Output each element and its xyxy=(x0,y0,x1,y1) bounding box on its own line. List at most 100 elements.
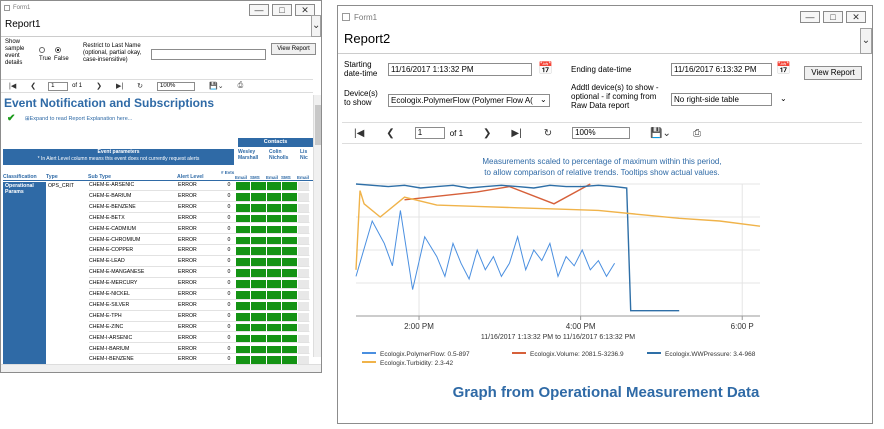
subscription-cell[interactable] xyxy=(298,334,310,344)
subscription-cell[interactable] xyxy=(267,312,282,322)
view-report-button[interactable]: View Report xyxy=(271,43,316,55)
subscription-cell[interactable] xyxy=(298,182,310,191)
subscription-cell[interactable] xyxy=(282,345,298,355)
subscription-cell[interactable] xyxy=(282,301,298,311)
subscription-cell[interactable] xyxy=(267,258,282,268)
subscription-cell[interactable] xyxy=(236,247,251,257)
subscription-cell[interactable] xyxy=(267,269,282,278)
subscription-cell[interactable] xyxy=(298,192,310,202)
subscription-cell[interactable] xyxy=(282,192,298,202)
subscription-cell[interactable] xyxy=(282,225,298,235)
subscription-cell[interactable] xyxy=(236,203,251,213)
last-name-input[interactable] xyxy=(151,49,266,60)
minimize-icon[interactable]: — xyxy=(800,11,820,23)
zoom-select[interactable]: 100% xyxy=(572,127,631,139)
refresh-icon[interactable]: ↻ xyxy=(137,82,143,90)
subscription-cell[interactable] xyxy=(236,214,251,224)
subscription-cell[interactable] xyxy=(298,323,310,333)
chevron-down-icon[interactable]: ⌄ xyxy=(780,94,787,103)
subscription-cell[interactable] xyxy=(282,323,298,333)
expand-explanation-link[interactable]: ⊞Expand to read Report Explanation here.… xyxy=(25,116,132,122)
save-icon[interactable]: 💾⌄ xyxy=(209,82,224,90)
subscription-cell[interactable] xyxy=(251,192,267,202)
zoom-select[interactable]: 100% xyxy=(157,81,196,91)
devices-select[interactable]: Ecologix.PolymerFlow (Polymer Flow A( xyxy=(388,94,550,107)
subscription-cell[interactable] xyxy=(298,247,310,257)
subscription-cell[interactable] xyxy=(236,192,251,202)
subscription-cell[interactable] xyxy=(298,269,310,278)
subscription-cell[interactable] xyxy=(282,203,298,213)
first-page-icon[interactable]: |◀ xyxy=(9,82,16,90)
subscription-cell[interactable] xyxy=(251,247,267,257)
radio-false[interactable] xyxy=(55,47,61,53)
subscription-cell[interactable] xyxy=(282,247,298,257)
calendar-icon[interactable]: 📅 xyxy=(776,61,791,76)
subscription-cell[interactable] xyxy=(236,334,251,344)
subscription-cell[interactable] xyxy=(267,225,282,235)
subscription-cell[interactable] xyxy=(236,182,251,191)
subscription-cell[interactable] xyxy=(282,334,298,344)
subscription-cell[interactable] xyxy=(267,203,282,213)
form1-horizontal-scrollbar[interactable] xyxy=(1,364,321,372)
last-page-icon[interactable]: ▶| xyxy=(116,82,123,90)
subscription-cell[interactable] xyxy=(251,345,267,355)
subscription-cell[interactable] xyxy=(282,269,298,278)
subscription-cell[interactable] xyxy=(298,236,310,246)
subscription-cell[interactable] xyxy=(282,182,298,191)
chevron-down-icon[interactable]: ⌄ xyxy=(311,15,321,37)
view-report-button[interactable]: View Report xyxy=(804,66,862,80)
subscription-cell[interactable] xyxy=(282,312,298,322)
subscription-cell[interactable] xyxy=(267,301,282,311)
next-page-icon[interactable]: ❯ xyxy=(96,82,102,90)
close-icon[interactable]: ✕ xyxy=(846,11,866,23)
subscription-cell[interactable] xyxy=(267,214,282,224)
subscription-cell[interactable] xyxy=(251,182,267,191)
subscription-cell[interactable] xyxy=(282,291,298,300)
subscription-cell[interactable] xyxy=(236,323,251,333)
subscription-cell[interactable] xyxy=(236,236,251,246)
calendar-icon[interactable]: 📅 xyxy=(538,61,553,76)
prev-page-icon[interactable]: ❮ xyxy=(386,128,394,139)
subscription-cell[interactable] xyxy=(282,258,298,268)
scrollbar-thumb[interactable] xyxy=(315,105,321,145)
end-date-input[interactable]: 11/16/2017 6:13:32 PM xyxy=(671,63,772,76)
subscription-cell[interactable] xyxy=(251,269,267,278)
refresh-icon[interactable]: ↻ xyxy=(544,128,552,139)
subscription-cell[interactable] xyxy=(298,345,310,355)
subscription-cell[interactable] xyxy=(267,182,282,191)
print-icon[interactable]: ⎙ xyxy=(693,128,701,139)
chevron-down-icon[interactable]: ⌄ xyxy=(540,95,547,104)
maximize-icon[interactable]: □ xyxy=(823,11,843,23)
tab-report1[interactable]: Report1 xyxy=(5,19,41,31)
addtl-devices-select[interactable]: No right-side table xyxy=(671,93,772,106)
page-number-input[interactable]: 1 xyxy=(414,127,445,139)
subscription-cell[interactable] xyxy=(267,280,282,289)
radio-true[interactable] xyxy=(39,47,45,53)
subscription-cell[interactable] xyxy=(251,323,267,333)
subscription-cell[interactable] xyxy=(251,225,267,235)
subscription-cell[interactable] xyxy=(251,236,267,246)
page-number-input[interactable]: 1 xyxy=(48,81,69,91)
last-page-icon[interactable]: ▶| xyxy=(511,128,521,139)
subscription-cell[interactable] xyxy=(298,291,310,300)
next-page-icon[interactable]: ❯ xyxy=(483,128,491,139)
subscription-cell[interactable] xyxy=(251,334,267,344)
subscription-cell[interactable] xyxy=(236,258,251,268)
subscription-cell[interactable] xyxy=(236,269,251,278)
subscription-cell[interactable] xyxy=(282,214,298,224)
subscription-cell[interactable] xyxy=(251,258,267,268)
subscription-cell[interactable] xyxy=(267,236,282,246)
subscription-cell[interactable] xyxy=(236,312,251,322)
subscription-cell[interactable] xyxy=(236,301,251,311)
print-icon[interactable]: ⎙ xyxy=(238,82,244,90)
subscription-cell[interactable] xyxy=(267,323,282,333)
subscription-cell[interactable] xyxy=(251,301,267,311)
subscription-cell[interactable] xyxy=(251,291,267,300)
first-page-icon[interactable]: |◀ xyxy=(354,128,364,139)
subscription-cell[interactable] xyxy=(267,334,282,344)
subscription-cell[interactable] xyxy=(251,203,267,213)
subscription-cell[interactable] xyxy=(298,280,310,289)
subscription-cell[interactable] xyxy=(251,280,267,289)
subscription-cell[interactable] xyxy=(251,214,267,224)
prev-page-icon[interactable]: ❮ xyxy=(30,82,36,90)
